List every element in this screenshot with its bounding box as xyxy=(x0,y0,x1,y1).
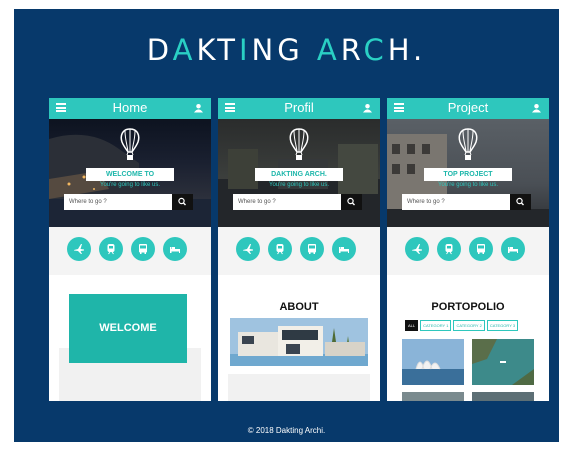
category-filter: ALL CATEGORY 1 CATEGORY 2 CATEGORY 3 xyxy=(405,320,520,331)
search-button[interactable] xyxy=(172,194,193,210)
search-button[interactable] xyxy=(510,194,531,210)
hero-label: WELCOME TO xyxy=(86,168,174,181)
user-icon[interactable] xyxy=(363,103,372,113)
bed-icon[interactable] xyxy=(501,237,525,261)
section-title: ABOUT xyxy=(279,301,319,313)
top-bar: Home xyxy=(49,98,211,119)
quick-icons xyxy=(387,227,549,275)
search-icon xyxy=(347,197,355,206)
screen-home: Home WELCOME TO You're going to like us.… xyxy=(49,98,211,401)
search-input[interactable]: Where to go ? xyxy=(233,194,341,210)
category-3-button[interactable]: CATEGORY 3 xyxy=(486,320,519,331)
hero-banner: DAKTING ARCH. You're going to like us. W… xyxy=(218,119,380,227)
user-icon[interactable] xyxy=(532,103,541,113)
bus-icon[interactable] xyxy=(131,237,155,261)
search-input[interactable]: Where to go ? xyxy=(64,194,172,210)
screen-title: Project xyxy=(447,100,489,115)
portfolio-image-4[interactable] xyxy=(472,392,534,401)
quick-icons xyxy=(218,227,380,275)
section-title: WELCOME xyxy=(69,294,187,363)
category-all-button[interactable]: ALL xyxy=(405,320,419,331)
train-icon[interactable] xyxy=(268,237,292,261)
hero-subtitle: You're going to like us. xyxy=(100,182,160,188)
hero-label: TOP PROJECT xyxy=(424,168,512,181)
category-2-button[interactable]: CATEGORY 2 xyxy=(453,320,485,331)
portfolio-image-1[interactable] xyxy=(402,339,464,385)
footer-copyright: © 2018 Dakting Archi. xyxy=(247,426,326,435)
screen-title: Profil xyxy=(284,100,314,115)
portfolio-image-2[interactable] xyxy=(472,339,534,385)
section-title: PORTOPOLIO xyxy=(431,301,505,313)
bed-icon[interactable] xyxy=(163,237,187,261)
balloon-icon xyxy=(120,128,140,160)
bus-icon[interactable] xyxy=(300,237,324,261)
screen-project: Project TOP PROJECT You're going to like… xyxy=(387,98,549,401)
top-bar: Profil xyxy=(218,98,380,119)
balloon-icon xyxy=(458,128,478,160)
category-1-button[interactable]: CATEGORY 1 xyxy=(420,320,452,331)
train-icon[interactable] xyxy=(437,237,461,261)
user-icon[interactable] xyxy=(194,103,203,113)
hero-label: DAKTING ARCH. xyxy=(255,168,343,181)
balloon-icon xyxy=(289,128,309,160)
content-card xyxy=(228,374,370,401)
search-icon xyxy=(178,197,186,206)
plane-icon[interactable] xyxy=(405,237,429,261)
hero-banner: TOP PROJECT You're going to like us. Whe… xyxy=(387,119,549,227)
house-photo xyxy=(230,318,368,366)
hero-banner: WELCOME TO You're going to like us. Wher… xyxy=(49,119,211,227)
search-icon xyxy=(516,197,524,206)
bed-icon[interactable] xyxy=(332,237,356,261)
presentation-frame: DAKTING ARCH. Home WELCOME TO You're goi… xyxy=(14,9,559,442)
screen-title: Home xyxy=(112,100,148,115)
search-input[interactable]: Where to go ? xyxy=(402,194,510,210)
bus-icon[interactable] xyxy=(469,237,493,261)
plane-icon[interactable] xyxy=(236,237,260,261)
hero-subtitle: You're going to like us. xyxy=(438,182,498,188)
portfolio-image-3[interactable] xyxy=(402,392,464,401)
plane-icon[interactable] xyxy=(67,237,91,261)
quick-icons xyxy=(49,227,211,275)
brand-title: DAKTING ARCH. xyxy=(146,33,427,67)
top-bar: Project xyxy=(387,98,549,119)
search-button[interactable] xyxy=(341,194,362,210)
train-icon[interactable] xyxy=(99,237,123,261)
hero-subtitle: You're going to like us. xyxy=(269,182,329,188)
screen-profil: Profil DAKTING ARCH. You're going to lik… xyxy=(218,98,380,401)
